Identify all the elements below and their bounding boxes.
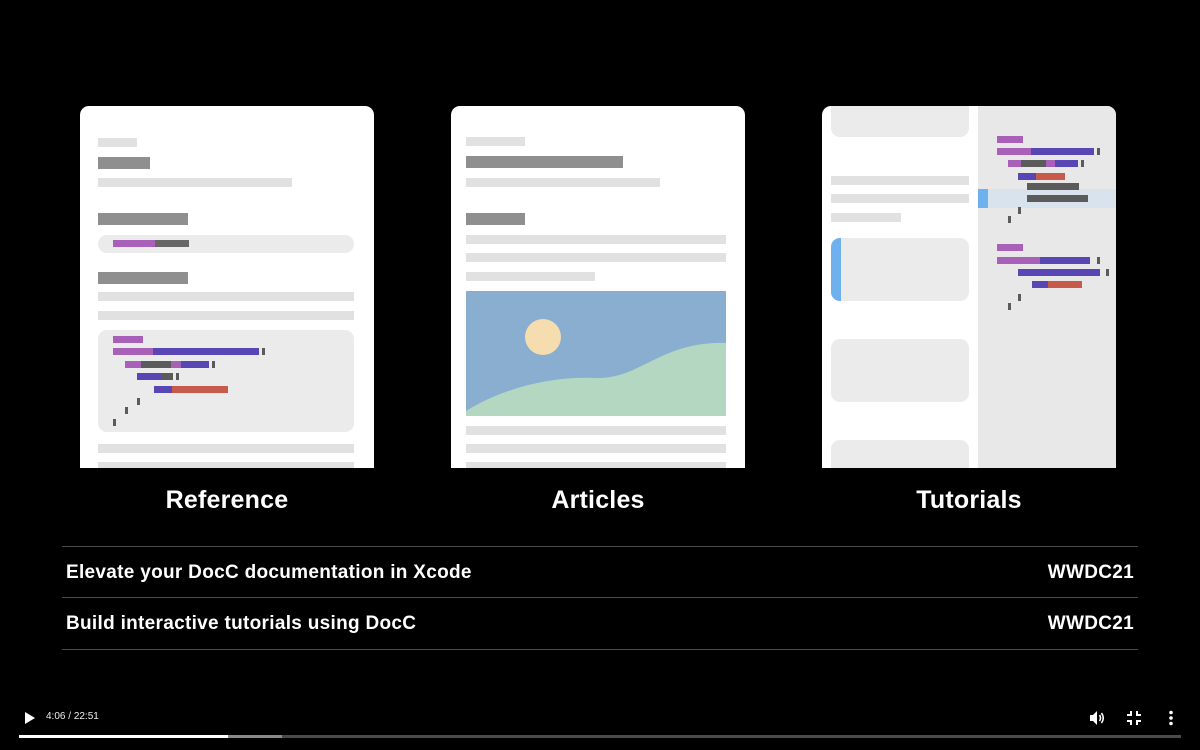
exit-fullscreen-icon[interactable]	[1124, 708, 1144, 728]
tutorials-caption: Tutorials	[916, 486, 1022, 514]
related-session-row[interactable]: Elevate your DocC documentation in Xcode…	[62, 546, 1138, 598]
more-options-icon[interactable]	[1161, 708, 1181, 728]
progress-bar[interactable]	[19, 735, 1181, 738]
related-session-event: WWDC21	[1047, 612, 1134, 634]
reference-caption: Reference	[165, 486, 289, 514]
time-separator: /	[68, 711, 72, 722]
current-time: 4:06	[46, 711, 66, 722]
played-bar	[19, 735, 229, 738]
tutorials-illustration	[822, 106, 1116, 468]
landscape-image	[466, 291, 726, 416]
divider	[62, 649, 1138, 650]
related-session-title: Build interactive tutorials using DocC	[66, 612, 417, 634]
reference-illustration	[80, 106, 374, 468]
video-controls: 4:06 / 22:51	[0, 700, 1200, 750]
articles-illustration	[451, 106, 745, 468]
volume-icon[interactable]	[1087, 708, 1107, 728]
play-icon[interactable]	[20, 709, 38, 727]
articles-caption: Articles	[551, 486, 645, 514]
related-session-title: Elevate your DocC documentation in Xcode	[66, 561, 472, 583]
related-session-row[interactable]: Build interactive tutorials using DocC W…	[62, 597, 1138, 649]
duration: 22:51	[73, 711, 99, 722]
time-display: 4:06 / 22:51	[46, 711, 99, 722]
related-session-event: WWDC21	[1047, 561, 1134, 583]
